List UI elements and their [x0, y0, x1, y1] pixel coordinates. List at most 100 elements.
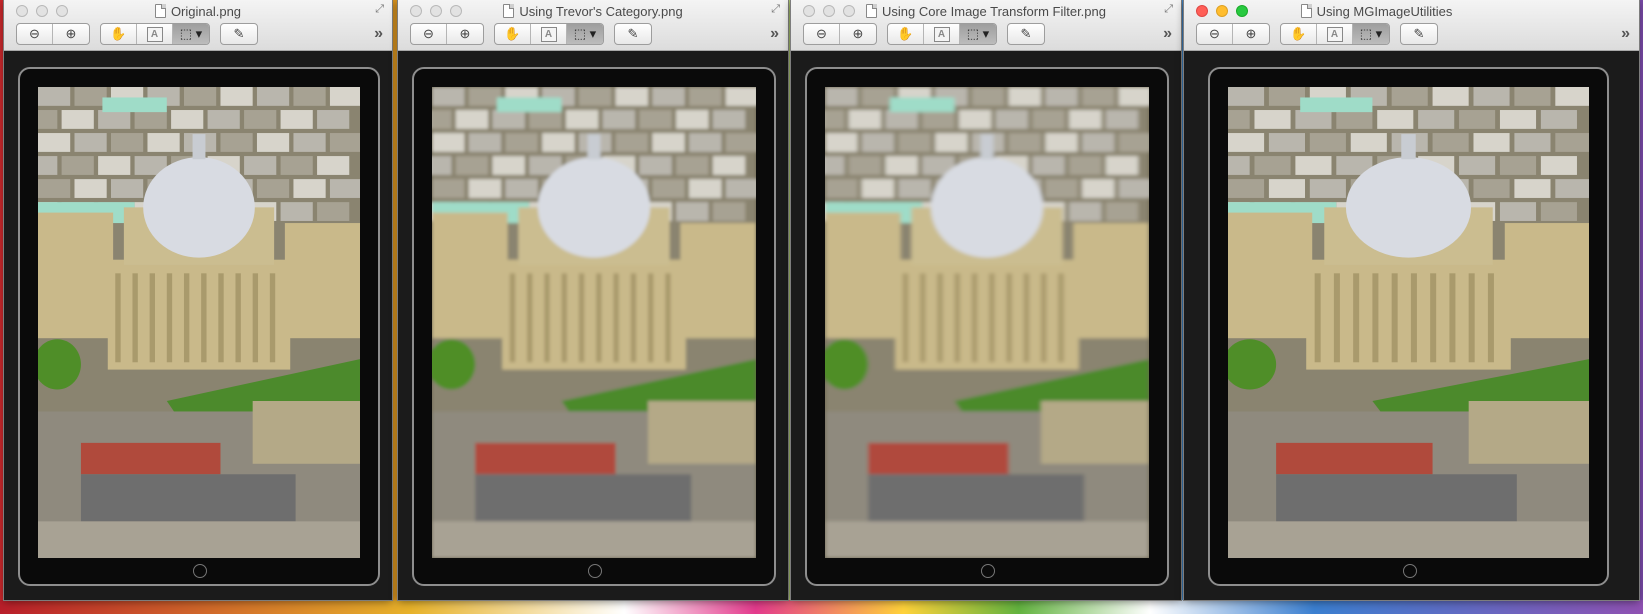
- column: [269, 273, 276, 363]
- preview-window-mgimageutilities[interactable]: Using MGImageUtilities ⊖ ⊕ ✋ A ⬚ ▾ ✎ »: [1184, 0, 1639, 600]
- window-titlebar[interactable]: Original.png ⤢ ⊖ ⊕ ✋ A ⬚ ▾ ✎ »: [4, 0, 392, 51]
- window-titlebar[interactable]: Using MGImageUtilities ⊖ ⊕ ✋ A ⬚ ▾ ✎ »: [1184, 0, 1639, 51]
- image-canvas[interactable]: [4, 51, 392, 600]
- zoom-in-button[interactable]: ⊕: [1233, 24, 1269, 44]
- fullscreen-icon[interactable]: ⤢: [375, 3, 384, 16]
- annotate-button[interactable]: ✎: [1008, 24, 1044, 44]
- window-title: Original.png: [4, 3, 392, 19]
- building: [898, 133, 931, 152]
- column: [648, 273, 654, 363]
- column: [201, 273, 207, 363]
- window-title-text: Original.png: [170, 3, 242, 19]
- annotate-button[interactable]: ✎: [615, 24, 651, 44]
- building: [578, 87, 612, 106]
- building: [1514, 87, 1551, 106]
- toolbar-overflow-icon[interactable]: »: [770, 25, 779, 43]
- right-college: [284, 223, 360, 339]
- toolbar-overflow-icon[interactable]: »: [374, 25, 383, 43]
- zoom-in-button[interactable]: ⊕: [447, 24, 483, 44]
- image-canvas[interactable]: [791, 51, 1181, 600]
- building: [1309, 133, 1346, 152]
- building: [1268, 133, 1306, 152]
- tool-segment: ✋ A ⬚ ▾: [494, 23, 604, 45]
- toolbar-overflow-icon[interactable]: »: [1621, 25, 1630, 43]
- window-title: Using Trevor's Category.png: [398, 3, 788, 19]
- rect-select-button[interactable]: ⬚ ▾: [1353, 24, 1389, 44]
- annotate-segment: ✎: [220, 23, 258, 45]
- building: [725, 87, 756, 106]
- rect-select-button[interactable]: ⬚ ▾: [960, 24, 996, 44]
- column: [1372, 273, 1379, 363]
- column: [1353, 273, 1360, 363]
- photo-screen: [825, 87, 1149, 558]
- text-select-button[interactable]: A: [924, 24, 960, 44]
- tower-building: [1468, 401, 1589, 464]
- annotate-button[interactable]: ✎: [1401, 24, 1437, 44]
- building: [1069, 156, 1102, 175]
- text-select-button[interactable]: A: [531, 24, 567, 44]
- brick-roof: [475, 442, 616, 475]
- building: [505, 179, 538, 198]
- building: [1309, 179, 1346, 198]
- dome: [143, 157, 255, 258]
- building: [1105, 156, 1139, 175]
- building: [61, 110, 94, 129]
- rect-select-button[interactable]: ⬚ ▾: [567, 24, 603, 44]
- preview-window-trevors-category[interactable]: Using Trevor's Category.png ⤢ ⊖ ⊕ ✋ A ⬚ …: [398, 0, 788, 600]
- photo-svg: [38, 87, 360, 558]
- building: [689, 133, 722, 152]
- hand-tool-button[interactable]: ✋: [888, 24, 924, 44]
- hand-tool-button[interactable]: ✋: [495, 24, 531, 44]
- zoom-in-button[interactable]: ⊕: [840, 24, 876, 44]
- building: [1350, 133, 1387, 152]
- image-canvas[interactable]: [1184, 51, 1639, 600]
- building: [432, 133, 465, 152]
- column: [920, 273, 926, 363]
- text-select-button[interactable]: A: [137, 24, 173, 44]
- image-canvas[interactable]: [398, 51, 788, 600]
- zoom-in-button[interactable]: ⊕: [53, 24, 89, 44]
- column: [1333, 273, 1340, 363]
- building: [676, 202, 709, 221]
- mint-roof: [102, 97, 167, 113]
- slate-roof: [1276, 474, 1517, 522]
- building: [958, 110, 992, 129]
- preview-window-original[interactable]: Original.png ⤢ ⊖ ⊕ ✋ A ⬚ ▾ ✎ »: [4, 0, 392, 600]
- window-titlebar[interactable]: Using Trevor's Category.png ⤢ ⊖ ⊕ ✋ A ⬚ …: [398, 0, 788, 51]
- zoom-out-button[interactable]: ⊖: [17, 24, 53, 44]
- building: [689, 179, 722, 198]
- zoom-out-button[interactable]: ⊖: [411, 24, 447, 44]
- building: [1118, 87, 1149, 106]
- annotate-button[interactable]: ✎: [221, 24, 257, 44]
- column: [149, 273, 155, 363]
- building: [1432, 133, 1469, 152]
- home-button-icon: [193, 564, 207, 578]
- hand-tool-button[interactable]: ✋: [101, 24, 137, 44]
- building: [147, 133, 180, 152]
- text-select-button[interactable]: A: [1317, 24, 1353, 44]
- building: [432, 87, 465, 106]
- bottom-buildings: [825, 521, 1149, 558]
- building: [1499, 156, 1537, 175]
- building: [1082, 179, 1115, 198]
- photo-screen: [1228, 87, 1589, 558]
- document-icon: [503, 4, 515, 18]
- zoom-out-icon: ⊖: [423, 26, 434, 41]
- left-college: [825, 212, 901, 339]
- ipad-frame: [412, 67, 776, 586]
- left-college: [38, 212, 114, 339]
- hand-tool-button[interactable]: ✋: [1281, 24, 1317, 44]
- building: [38, 133, 71, 152]
- fullscreen-icon[interactable]: ⤢: [771, 3, 780, 16]
- hand-tool-icon: ✋: [504, 26, 521, 41]
- pen-annotate-icon: ✎: [233, 26, 245, 41]
- preview-window-core-image-transform[interactable]: Using Core Image Transform Filter.png ⤢ …: [791, 0, 1181, 600]
- building: [1118, 133, 1149, 152]
- toolbar-overflow-icon[interactable]: »: [1163, 25, 1172, 43]
- zoom-out-button[interactable]: ⊖: [804, 24, 840, 44]
- building: [1105, 202, 1139, 221]
- rect-select-button[interactable]: ⬚ ▾: [173, 24, 209, 44]
- mint-roof: [1300, 97, 1373, 113]
- column: [183, 273, 190, 363]
- zoom-out-button[interactable]: ⊖: [1197, 24, 1233, 44]
